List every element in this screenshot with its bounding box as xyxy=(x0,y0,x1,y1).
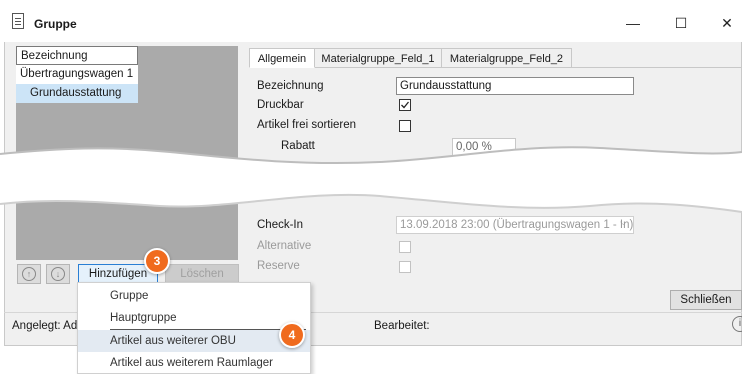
tab-divider xyxy=(249,67,742,68)
menu-item-artikel-weiteres-raumlager[interactable]: Artikel aus weiterem Raumlager xyxy=(78,352,310,374)
tree-item-grundausstattung[interactable]: Grundausstattung xyxy=(16,84,138,103)
close-dialog-button[interactable]: Schließen xyxy=(670,290,742,310)
checkin-label: Check-In xyxy=(257,219,304,231)
checkmark-icon xyxy=(401,101,410,109)
menu-item-hauptgruppe[interactable]: Hauptgruppe xyxy=(78,307,310,329)
close-button[interactable]: ✕ xyxy=(712,12,742,34)
move-up-button[interactable]: ↑ xyxy=(17,264,41,284)
reserve-checkbox[interactable] xyxy=(399,261,411,273)
sortieren-checkbox[interactable] xyxy=(399,120,411,132)
add-dropdown-menu: Gruppe Hauptgruppe Artikel aus weiterer … xyxy=(77,282,311,374)
tab-materialgruppe-feld-2[interactable]: Materialgruppe_Feld_2 xyxy=(441,48,572,68)
tree-header: Bezeichnung xyxy=(16,46,138,65)
bezeichnung-input[interactable]: Grundausstattung xyxy=(396,77,634,95)
checkin-select[interactable]: 13.09.2018 23:00 (Übertragungswagen 1 - … xyxy=(396,216,634,234)
document-icon xyxy=(12,13,24,29)
tab-allgemein[interactable]: Allgemein xyxy=(249,48,315,68)
window-title: Gruppe xyxy=(34,17,77,31)
step-badge-4: 4 xyxy=(279,322,305,348)
step-badge-3: 3 xyxy=(144,248,170,274)
tree-item-uebertragungswagen[interactable]: Übertragungswagen 1 xyxy=(16,65,138,84)
checkin-select-value: 13.09.2018 23:00 (Übertragungswagen 1 - … xyxy=(400,219,634,231)
delete-button[interactable]: Löschen xyxy=(165,264,239,284)
sortieren-label: Artikel frei sortieren xyxy=(257,119,357,131)
druckbar-label: Druckbar xyxy=(257,99,304,111)
minimize-button[interactable]: — xyxy=(618,12,648,34)
reserve-label: Reserve xyxy=(257,260,300,272)
alternative-label: Alternative xyxy=(257,240,312,252)
angelegt-label: Angelegt: Ad xyxy=(12,320,78,332)
druckbar-checkbox[interactable] xyxy=(399,99,411,111)
arrow-down-icon: ↓ xyxy=(51,267,65,281)
torn-page-separator xyxy=(0,146,742,213)
tab-materialgruppe-feld-1[interactable]: Materialgruppe_Feld_1 xyxy=(314,48,442,68)
menu-item-artikel-weitere-obu[interactable]: Artikel aus weiterer OBU xyxy=(78,330,310,352)
maximize-button[interactable]: ☐ xyxy=(666,12,696,34)
bezeichnung-label: Bezeichnung xyxy=(257,80,324,92)
alternative-checkbox[interactable] xyxy=(399,241,411,253)
move-down-button[interactable]: ↓ xyxy=(46,264,70,284)
menu-item-gruppe[interactable]: Gruppe xyxy=(78,285,310,307)
bearbeitet-label: Bearbeitet: xyxy=(374,320,430,332)
arrow-up-icon: ↑ xyxy=(22,267,36,281)
info-icon[interactable]: i xyxy=(732,316,742,332)
chevron-down-icon: ⌵ xyxy=(620,217,627,227)
